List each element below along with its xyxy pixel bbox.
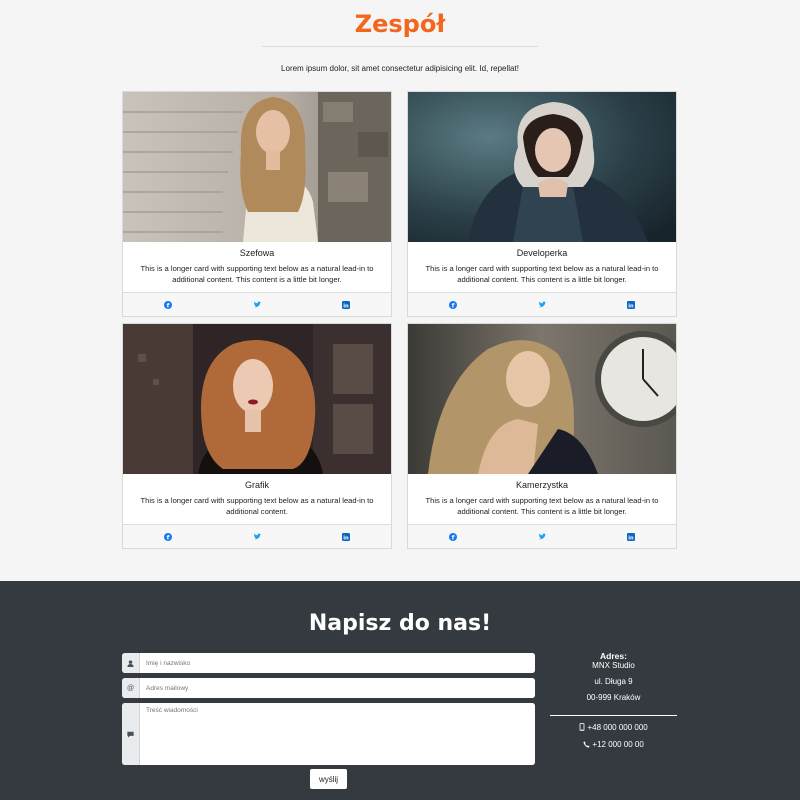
linkedin-icon[interactable]: in — [342, 532, 351, 541]
svg-text:f: f — [451, 533, 454, 540]
twitter-icon[interactable] — [538, 533, 546, 541]
at-icon: @ — [122, 678, 140, 698]
message-field-group — [122, 703, 535, 765]
linkedin-icon[interactable]: in — [627, 532, 636, 541]
mobile-number: +48 000 000 000 — [587, 723, 648, 732]
phone-line: +12 000 00 00 — [550, 740, 677, 749]
card-text: This is a longer card with supporting te… — [140, 496, 374, 516]
card-footer: f in — [123, 292, 391, 316]
address-heading: Adres: — [600, 651, 627, 661]
facebook-icon[interactable]: f — [163, 300, 172, 309]
facebook-icon[interactable]: f — [163, 532, 172, 541]
team-title: Zespół — [354, 10, 446, 38]
svg-text:in: in — [344, 303, 350, 309]
phone-icon — [583, 741, 590, 748]
mobile-icon — [579, 723, 585, 731]
name-input[interactable] — [140, 653, 535, 673]
linkedin-icon[interactable]: in — [342, 300, 351, 309]
card-title: Kamerzystka — [515, 480, 568, 490]
city-address: 00-999 Kraków — [586, 693, 641, 702]
comment-icon — [122, 703, 140, 765]
svg-text:in: in — [629, 535, 635, 541]
card-text: This is a longer card with supporting te… — [140, 264, 374, 284]
linkedin-icon[interactable]: in — [627, 300, 636, 309]
email-input[interactable] — [140, 678, 535, 698]
twitter-icon[interactable] — [538, 301, 546, 309]
address-block: Adres: MNX Studio ul. Długa 9 00-999 Kra… — [550, 651, 677, 702]
twitter-icon[interactable] — [253, 533, 261, 541]
title-divider — [262, 46, 538, 47]
svg-text:f: f — [451, 301, 454, 308]
message-textarea[interactable] — [140, 703, 535, 765]
facebook-icon[interactable]: f — [448, 532, 457, 541]
svg-text:in: in — [344, 535, 350, 541]
team-section: Zespół Lorem ipsum dolor, sit amet conse… — [0, 0, 800, 581]
card-title: Developerka — [516, 248, 568, 258]
company-name: MNX Studio — [592, 661, 635, 670]
card-photo — [123, 324, 391, 474]
svg-text:f: f — [166, 301, 169, 308]
card-photo — [123, 92, 391, 242]
card-title: Szefowa — [239, 248, 275, 258]
phone-number: +12 000 00 00 — [592, 740, 644, 749]
team-card: Kamerzystka This is a longer card with s… — [407, 323, 677, 549]
card-photo — [408, 324, 676, 474]
svg-text:f: f — [166, 533, 169, 540]
card-footer: f in — [408, 292, 676, 316]
team-card: Szefowa This is a longer card with suppo… — [122, 91, 392, 317]
name-field-group — [122, 653, 535, 673]
address-divider — [550, 715, 677, 716]
facebook-icon[interactable]: f — [448, 300, 457, 309]
team-card: Developerka This is a longer card with s… — [407, 91, 677, 317]
street-address: ul. Długa 9 — [594, 677, 633, 686]
twitter-icon[interactable] — [253, 301, 261, 309]
card-title: Grafik — [244, 480, 269, 490]
send-button[interactable]: wyślij — [310, 769, 347, 789]
contact-section: Napisz do nas! @ wyślij Adres: MNX Studi… — [0, 581, 800, 800]
card-text: This is a longer card with supporting te… — [425, 264, 659, 284]
contact-title: Napisz do nas! — [308, 611, 492, 636]
mobile-line: +48 000 000 000 — [550, 723, 677, 732]
email-field-group: @ — [122, 678, 535, 698]
svg-text:in: in — [629, 303, 635, 309]
team-card: Grafik This is a longer card with suppor… — [122, 323, 392, 549]
card-footer: f in — [123, 524, 391, 548]
user-icon — [122, 653, 140, 673]
card-text: This is a longer card with supporting te… — [425, 496, 659, 516]
card-photo — [408, 92, 676, 242]
team-lead-text: Lorem ipsum dolor, sit amet consectetur … — [281, 64, 519, 73]
card-footer: f in — [408, 524, 676, 548]
